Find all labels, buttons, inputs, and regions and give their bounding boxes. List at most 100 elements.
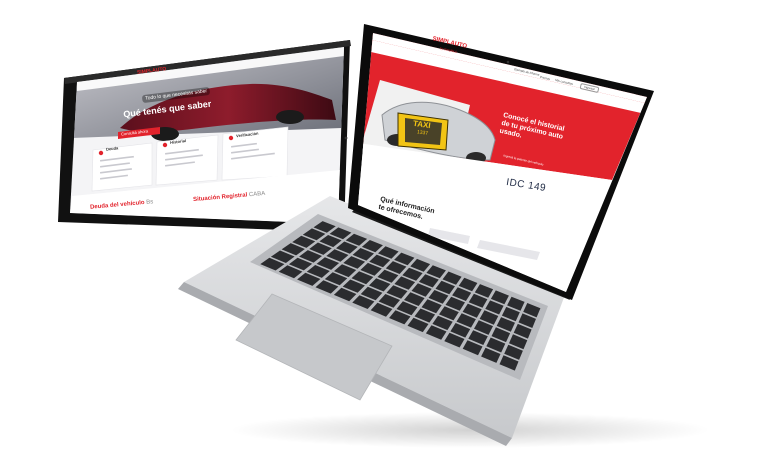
keyboard-key (378, 294, 400, 308)
keyboard-key (442, 271, 462, 285)
keyboard-key (428, 290, 449, 304)
keyboard-key (501, 306, 520, 322)
keyboard-key (496, 317, 515, 332)
keyboard-key (396, 301, 418, 316)
keyboard-key (444, 332, 465, 348)
taxi-sign-label: TAXI (412, 118, 432, 131)
keyboard-key (523, 303, 541, 318)
tablet-hero-button[interactable]: Consultá ahora (121, 128, 149, 136)
keyboard-key (474, 284, 494, 298)
keyboard-key (456, 313, 476, 328)
keyboard-key (481, 347, 501, 363)
tablet-footer-left-label: Deuda del vehículo (89, 200, 145, 211)
plate-input[interactable]: IDC 149 (505, 177, 546, 194)
tablet-brand-logo: SIMPLAUTO (136, 66, 167, 76)
keyboard-key (288, 257, 313, 271)
keyboard-key (309, 242, 332, 255)
laptop-hero-title: Conocé el historial de tu próximo auto u… (498, 112, 566, 141)
keyboard-key (407, 317, 429, 333)
keyboard-key (389, 310, 411, 325)
keyboard-key (352, 248, 374, 261)
keyboard-key (499, 355, 519, 371)
keyboard-key (360, 262, 382, 276)
tablet-device (58, 24, 710, 448)
tablet-footer-right-suffix: CABA (248, 190, 266, 199)
keyboard-key (315, 280, 339, 294)
keyboard-key (342, 279, 365, 293)
laptop-hero-hint: Ingresá la patente del vehículo (503, 153, 544, 167)
keyboard-key (313, 221, 336, 233)
keyboard-key (445, 296, 465, 311)
tablet-card-title: Historial (169, 138, 187, 145)
consult-button[interactable]: Consultar (508, 200, 521, 206)
keyboard-key (386, 285, 408, 299)
keyboard-key (402, 267, 423, 281)
keyboard-key (504, 344, 523, 360)
tablet-footer-left: Deuda del vehículo Bs (90, 199, 154, 211)
keyboard-key (297, 272, 321, 286)
keyboard-key (468, 293, 488, 308)
keyboard-key (378, 246, 399, 259)
keyboard-key (518, 313, 536, 328)
keyboard-key (410, 258, 431, 272)
taxi-sign-number: 1337 (416, 129, 429, 137)
keyboard-key (513, 323, 532, 339)
keyboard-key (292, 235, 316, 248)
keyboard-key (352, 295, 375, 309)
keyboard-key (474, 320, 493, 335)
laptop-nav-item[interactable]: Ejemplo de informe (514, 67, 540, 77)
keyboard-key (462, 340, 483, 356)
keyboard-key (377, 269, 399, 283)
keyboard-key (404, 292, 425, 306)
keyboard-key (385, 261, 407, 274)
keyboard-key (306, 265, 330, 278)
keyboard-key (479, 310, 499, 325)
keyboard-key (370, 302, 393, 317)
keyboard-key (360, 286, 383, 301)
tablet-hero-title: Qué tenés que saber (122, 98, 212, 120)
keyboard-key (411, 283, 432, 297)
keyboard-key (369, 278, 391, 292)
keyboard-key (278, 265, 303, 279)
keyboard-key (334, 264, 357, 278)
tablet-footer-right: Situación Registral CABA (193, 191, 266, 203)
keyboard-key (302, 228, 326, 241)
keyboard-key (450, 323, 471, 338)
keyboard-key (351, 271, 374, 285)
keyboard-key (435, 280, 455, 295)
device-mockup-scene: SIMPLAUTO Todo lo que necesitas saber Qu… (0, 0, 768, 474)
keyboard-key (425, 325, 447, 340)
keyboard-key (329, 227, 352, 240)
keyboard-key (485, 300, 504, 315)
keyboard-key (439, 306, 459, 321)
keyboard-key (418, 274, 439, 288)
keyboard-key (468, 330, 488, 345)
keyboard-key (462, 303, 482, 318)
laptop-nav-item[interactable]: Mis consultas (555, 78, 574, 86)
keyboard-key (319, 235, 342, 248)
keyboard-key (491, 327, 511, 343)
keyboard-key (394, 252, 415, 266)
keyboard-key (343, 256, 366, 269)
laptop-nav-item[interactable]: Precios (540, 75, 551, 81)
tablet-card-title: Deuda (105, 145, 119, 152)
keyboard-key (299, 250, 322, 263)
keyboard-key (421, 299, 442, 314)
laptop-section-title: Qué información te ofrecemos. (377, 196, 436, 221)
keyboard-key (270, 250, 295, 263)
keyboard-key (486, 337, 506, 353)
tablet-card-title: Verificación (235, 130, 259, 139)
laptop-login-button[interactable]: Ingresar (579, 82, 600, 94)
keyboard-key (394, 276, 416, 290)
keyboard-key (458, 277, 478, 292)
keyboard-key (326, 249, 349, 262)
keyboard-key (260, 257, 285, 271)
keyboard-key (490, 290, 509, 305)
keyboard-key (452, 287, 472, 301)
keyboard-key (369, 254, 391, 268)
keyboard-key (336, 241, 358, 254)
keyboard-key (345, 233, 368, 246)
tablet-footer-left-suffix: Bs (146, 199, 154, 206)
keyboard-key (509, 334, 528, 350)
keyboard-key (361, 240, 383, 253)
